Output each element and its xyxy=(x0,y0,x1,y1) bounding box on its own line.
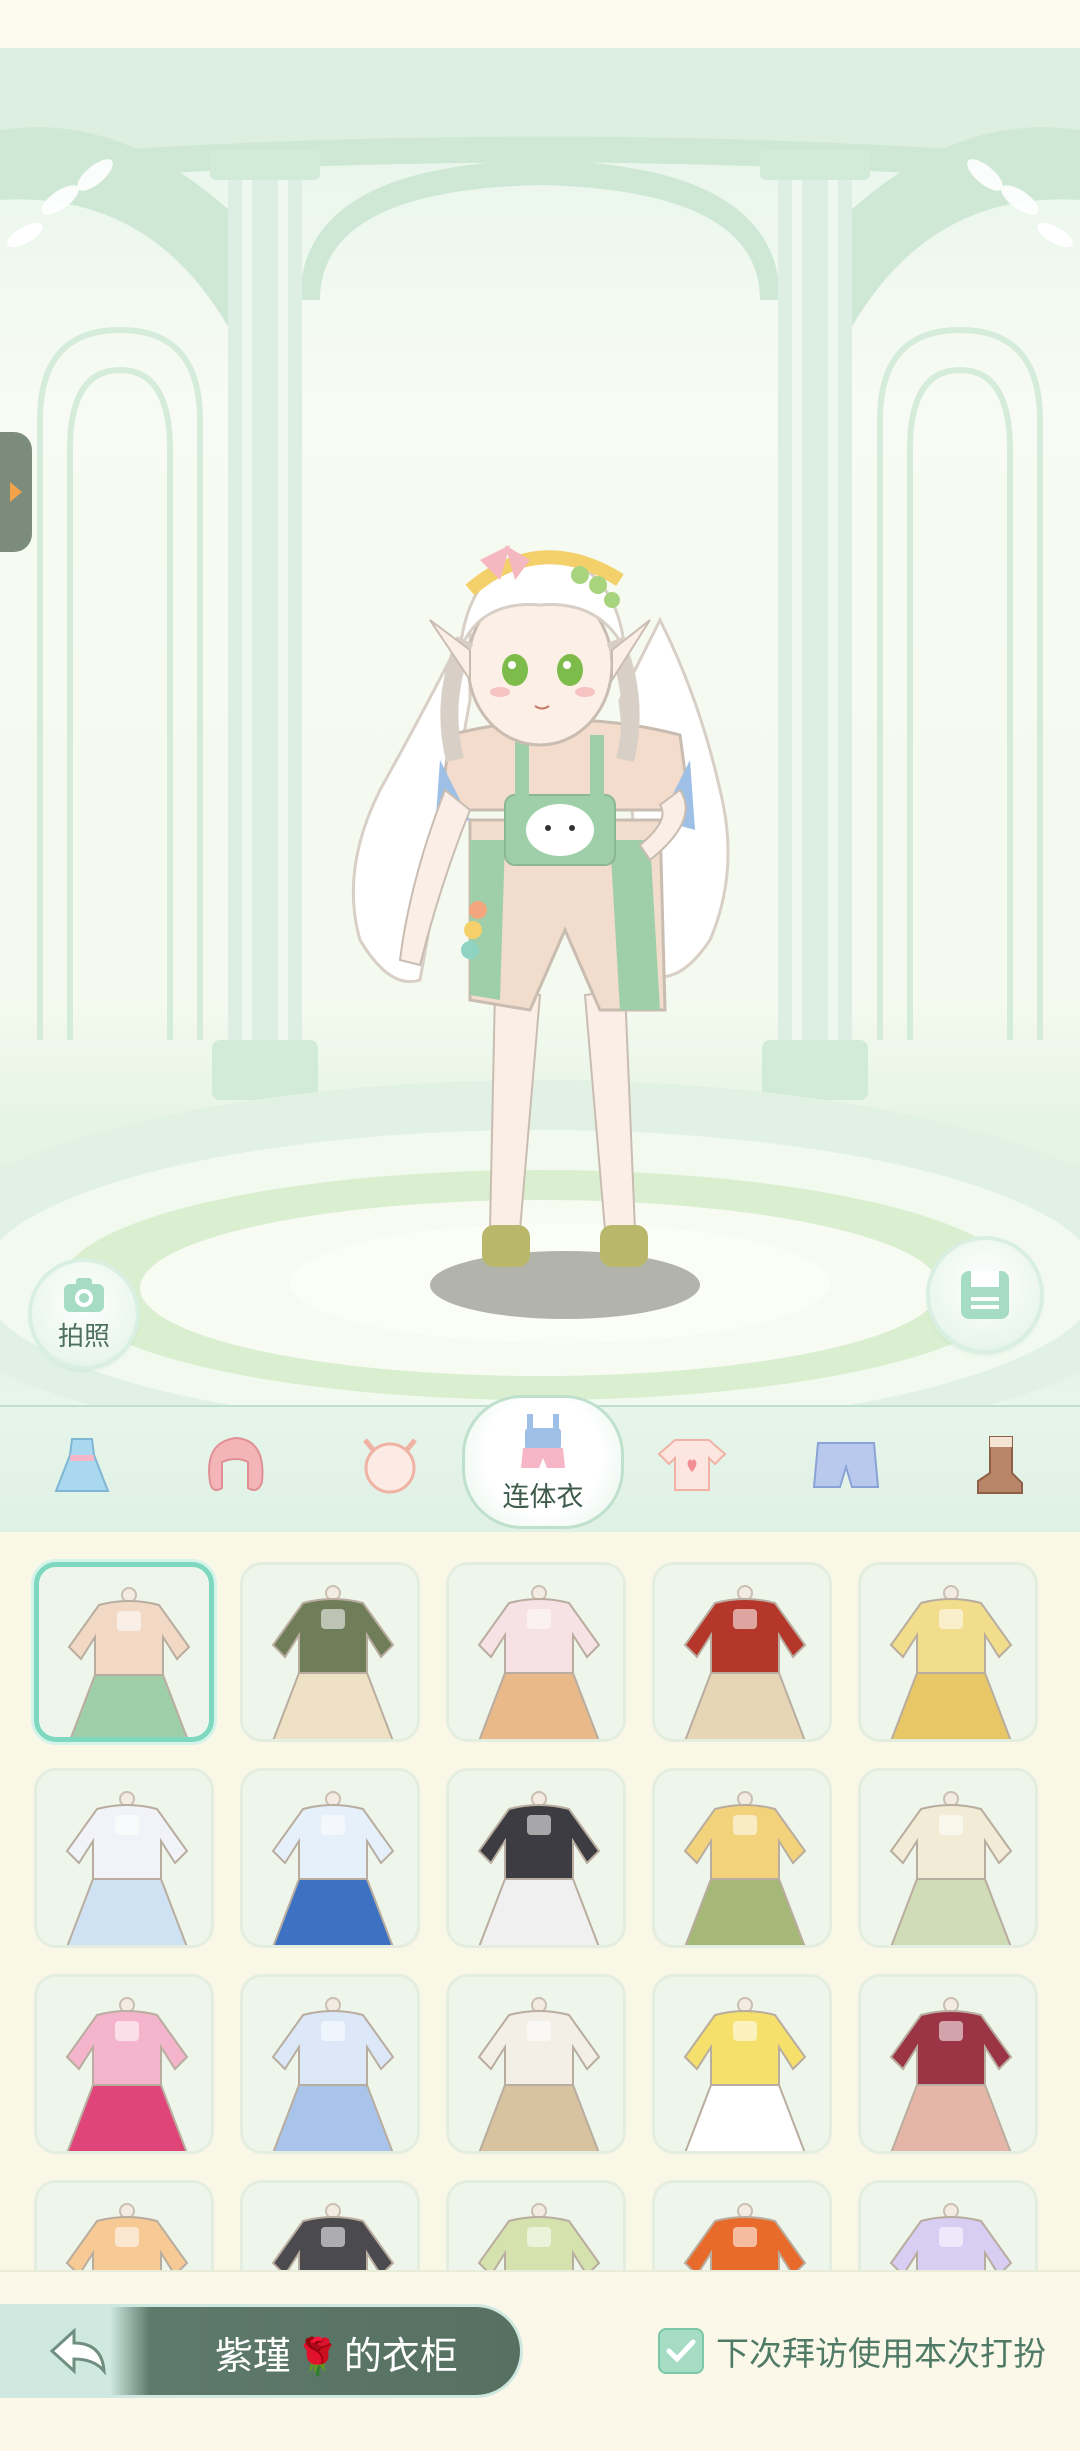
dressup-stage: 拍照 xyxy=(0,0,1080,1405)
outfit-thumbnail xyxy=(683,2203,807,2272)
outfit-card-8[interactable] xyxy=(446,1768,626,1948)
outfit-card-2[interactable] xyxy=(240,1562,420,1742)
save-icon xyxy=(961,1271,1009,1319)
outfit-card-16[interactable] xyxy=(34,2180,214,2272)
outfit-thumbnail xyxy=(271,1997,395,2151)
remember-outfit-label: 下次拜访使用本次打扮 xyxy=(716,2334,1046,2373)
wardrobe-title-pill: 紫瑾 🌹 的衣柜 xyxy=(0,2307,520,2395)
outfit-card-19[interactable] xyxy=(652,2180,832,2272)
tab-face[interactable] xyxy=(350,1425,430,1505)
outfit-thumbnail xyxy=(65,1997,189,2151)
photo-label: 拍照 xyxy=(57,1321,110,1352)
outfit-thumbnail xyxy=(477,1585,601,1739)
tab-dress[interactable] xyxy=(42,1425,122,1505)
outfit-card-9[interactable] xyxy=(652,1768,832,1948)
outfit-thumbnail xyxy=(65,1791,189,1945)
outfit-card-1[interactable] xyxy=(34,1562,214,1742)
outfit-grid xyxy=(0,1532,1080,2272)
outfit-card-11[interactable] xyxy=(34,1974,214,2154)
face-icon xyxy=(363,1438,417,1494)
outfit-thumbnail xyxy=(477,2203,601,2272)
outfit-card-17[interactable] xyxy=(240,2180,420,2272)
remember-outfit-toggle[interactable]: 下次拜访使用本次打扮 xyxy=(658,2327,1046,2375)
side-drawer-toggle[interactable] xyxy=(0,432,32,552)
outfit-card-15[interactable] xyxy=(858,1974,1038,2154)
tab-bottom[interactable] xyxy=(806,1425,886,1505)
shorts-icon xyxy=(812,1442,880,1488)
outfit-card-7[interactable] xyxy=(240,1768,420,1948)
outfit-thumbnail xyxy=(889,2203,1013,2272)
checkmark-icon xyxy=(666,2339,696,2363)
hair-icon xyxy=(208,1436,264,1491)
outfit-thumbnail xyxy=(889,1585,1013,1739)
remember-outfit-checkbox[interactable] xyxy=(658,2328,704,2374)
outfit-card-12[interactable] xyxy=(240,1974,420,2154)
outfit-card-14[interactable] xyxy=(652,1974,832,2154)
outfit-thumbnail xyxy=(683,1997,807,2151)
wardrobe-title: 紫瑾 🌹 的衣柜 xyxy=(215,2325,458,2380)
tab-top[interactable] xyxy=(652,1425,732,1505)
outfit-thumbnail xyxy=(889,1791,1013,1945)
wardrobe-suffix: 的衣柜 xyxy=(343,2334,458,2378)
rose-icon: 🌹 xyxy=(295,2337,340,2378)
photo-button[interactable]: 拍照 xyxy=(32,1262,136,1366)
outfit-card-5[interactable] xyxy=(858,1562,1038,1742)
dress-icon xyxy=(54,1438,110,1492)
outfit-thumbnail xyxy=(889,1997,1013,2151)
boot-icon xyxy=(977,1436,1023,1494)
outfit-card-4[interactable] xyxy=(652,1562,832,1742)
outfit-thumbnail xyxy=(683,1791,807,1945)
outfit-card-13[interactable] xyxy=(446,1974,626,2154)
outfit-thumbnail xyxy=(271,1791,395,1945)
outfit-thumbnail xyxy=(683,1585,807,1739)
outfit-thumbnail xyxy=(271,1585,395,1739)
outfit-thumbnail xyxy=(67,1587,191,1737)
outfit-thumbnail xyxy=(271,2203,395,2272)
tab-jumpsuit[interactable]: 连体衣 xyxy=(462,1395,624,1529)
owner-name: 紫瑾 xyxy=(215,2334,292,2378)
tab-hair[interactable] xyxy=(195,1425,275,1505)
tshirt-icon xyxy=(657,1439,727,1491)
outfit-card-10[interactable] xyxy=(858,1768,1038,1948)
outfit-card-20[interactable] xyxy=(858,2180,1038,2272)
footer-bar: 紫瑾 🌹 的衣柜 下次拜访使用本次打扮 xyxy=(0,2270,1080,2451)
outfit-thumbnail xyxy=(65,2203,189,2272)
outfit-card-6[interactable] xyxy=(34,1768,214,1948)
back-arrow-icon[interactable] xyxy=(48,2325,108,2377)
tab-jumpsuit-label: 连体衣 xyxy=(502,1482,584,1513)
camera-icon xyxy=(64,1277,104,1312)
category-tab-bar: 连体衣 xyxy=(0,1395,1080,1534)
outfit-card-18[interactable] xyxy=(446,2180,626,2272)
outfit-card-3[interactable] xyxy=(446,1562,626,1742)
tab-shoes[interactable] xyxy=(958,1425,1038,1505)
pavilion-background xyxy=(0,48,1080,1405)
save-outfit-button[interactable] xyxy=(930,1240,1040,1350)
overalls-icon xyxy=(521,1414,565,1468)
outfit-thumbnail xyxy=(477,1997,601,2151)
outfit-thumbnail xyxy=(477,1791,601,1945)
